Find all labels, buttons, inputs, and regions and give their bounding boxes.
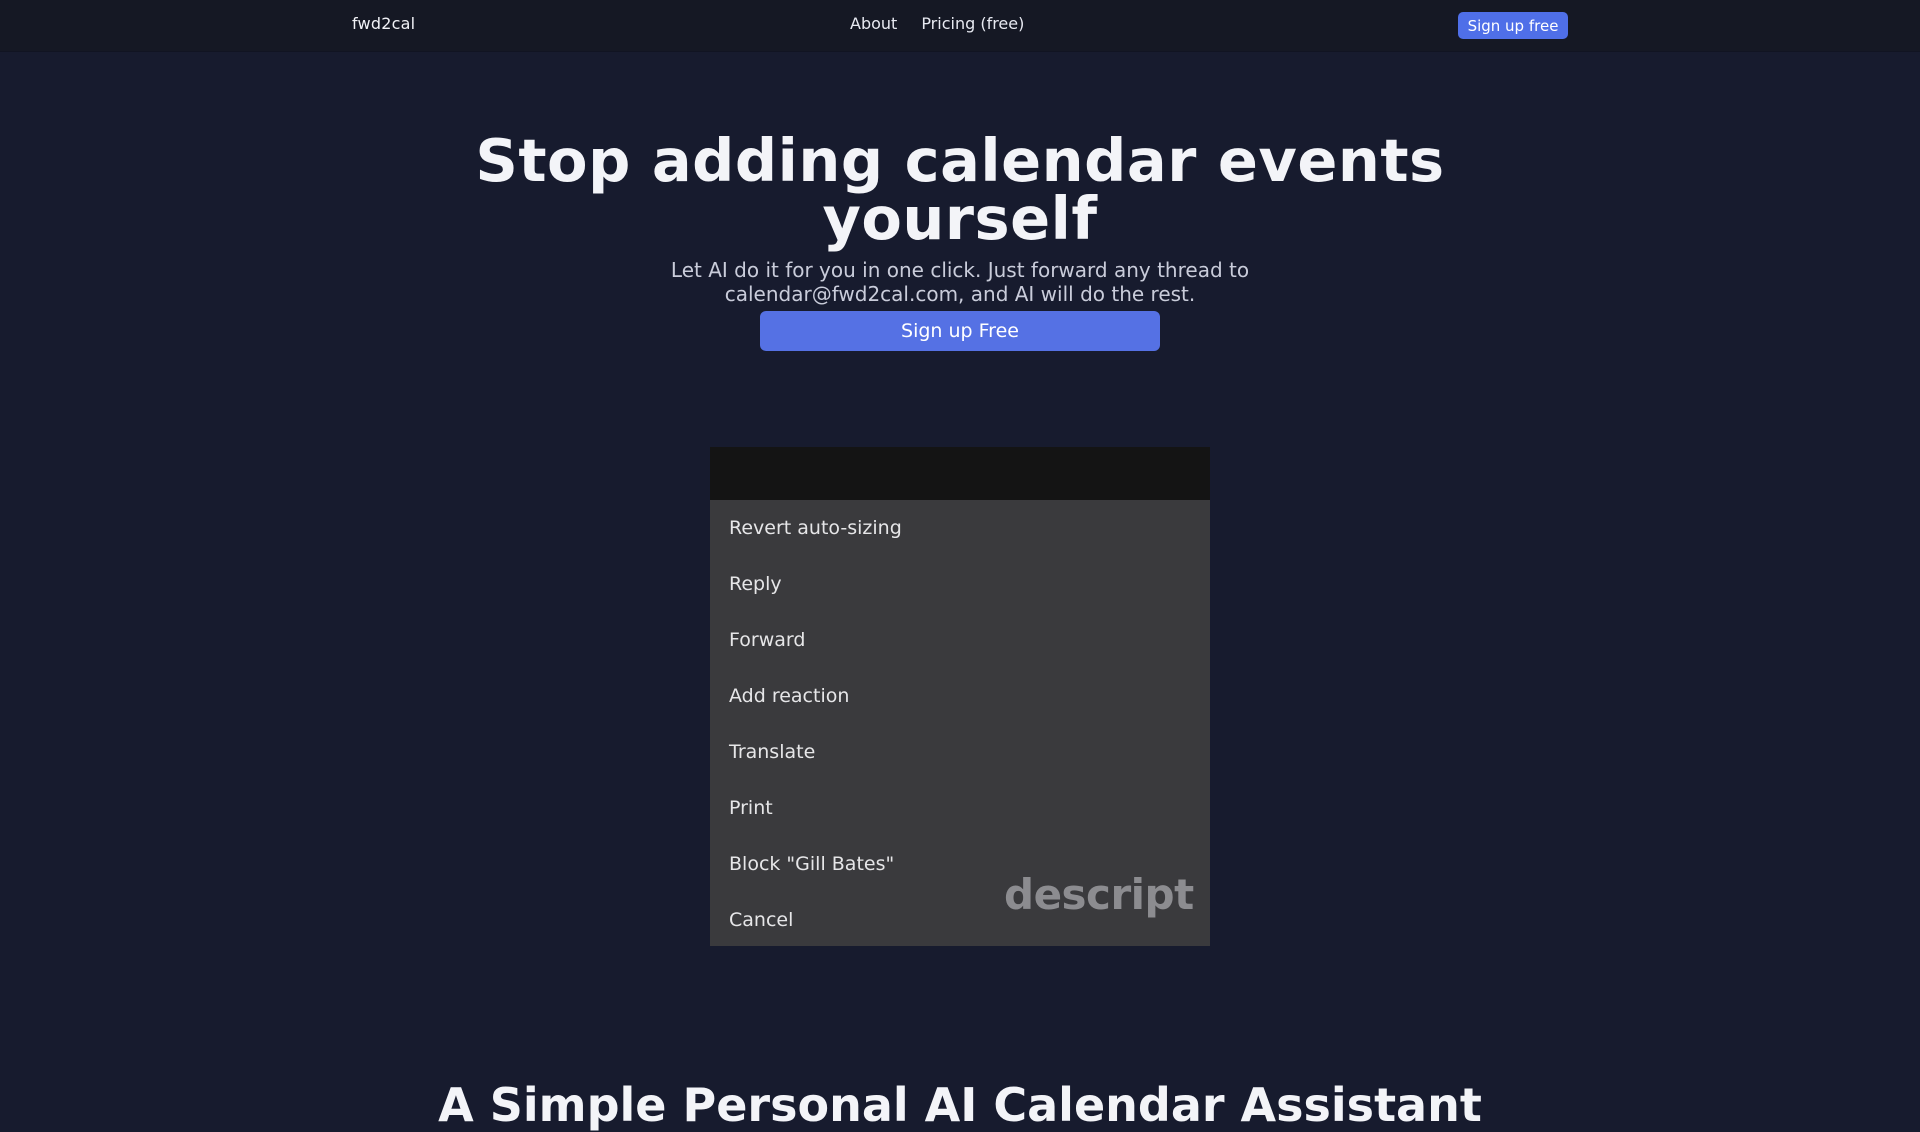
- demo-video[interactable]: Revert auto-sizing Reply Forward Add rea…: [710, 447, 1210, 946]
- hero-subtitle: Let AI do it for you in one click. Just …: [670, 258, 1250, 306]
- hero-title: Stop adding calendar events yourself: [475, 125, 1445, 253]
- menu-item-translate[interactable]: Translate: [710, 724, 1210, 780]
- menu-item-forward[interactable]: Forward: [710, 612, 1210, 668]
- menu-item-revert-auto-sizing[interactable]: Revert auto-sizing: [710, 500, 1210, 556]
- nav-link-about[interactable]: About: [850, 14, 897, 33]
- menu-item-reply[interactable]: Reply: [710, 556, 1210, 612]
- nav-link-pricing[interactable]: Pricing (free): [921, 14, 1024, 33]
- menu-item-add-reaction[interactable]: Add reaction: [710, 668, 1210, 724]
- signup-button-header[interactable]: Sign up free: [1458, 12, 1568, 39]
- top-navigation-bar: fwd2cal About Pricing (free) Sign up fre…: [0, 0, 1920, 51]
- signup-button-hero[interactable]: Sign up Free: [760, 311, 1160, 351]
- video-header-bar: [710, 447, 1210, 500]
- section-title: A Simple Personal AI Calendar Assistant: [438, 1078, 1482, 1132]
- menu-item-print[interactable]: Print: [710, 780, 1210, 836]
- brand-logo[interactable]: fwd2cal: [352, 14, 415, 33]
- nav-links: About Pricing (free): [850, 14, 1024, 33]
- descript-watermark: descript: [1004, 870, 1194, 919]
